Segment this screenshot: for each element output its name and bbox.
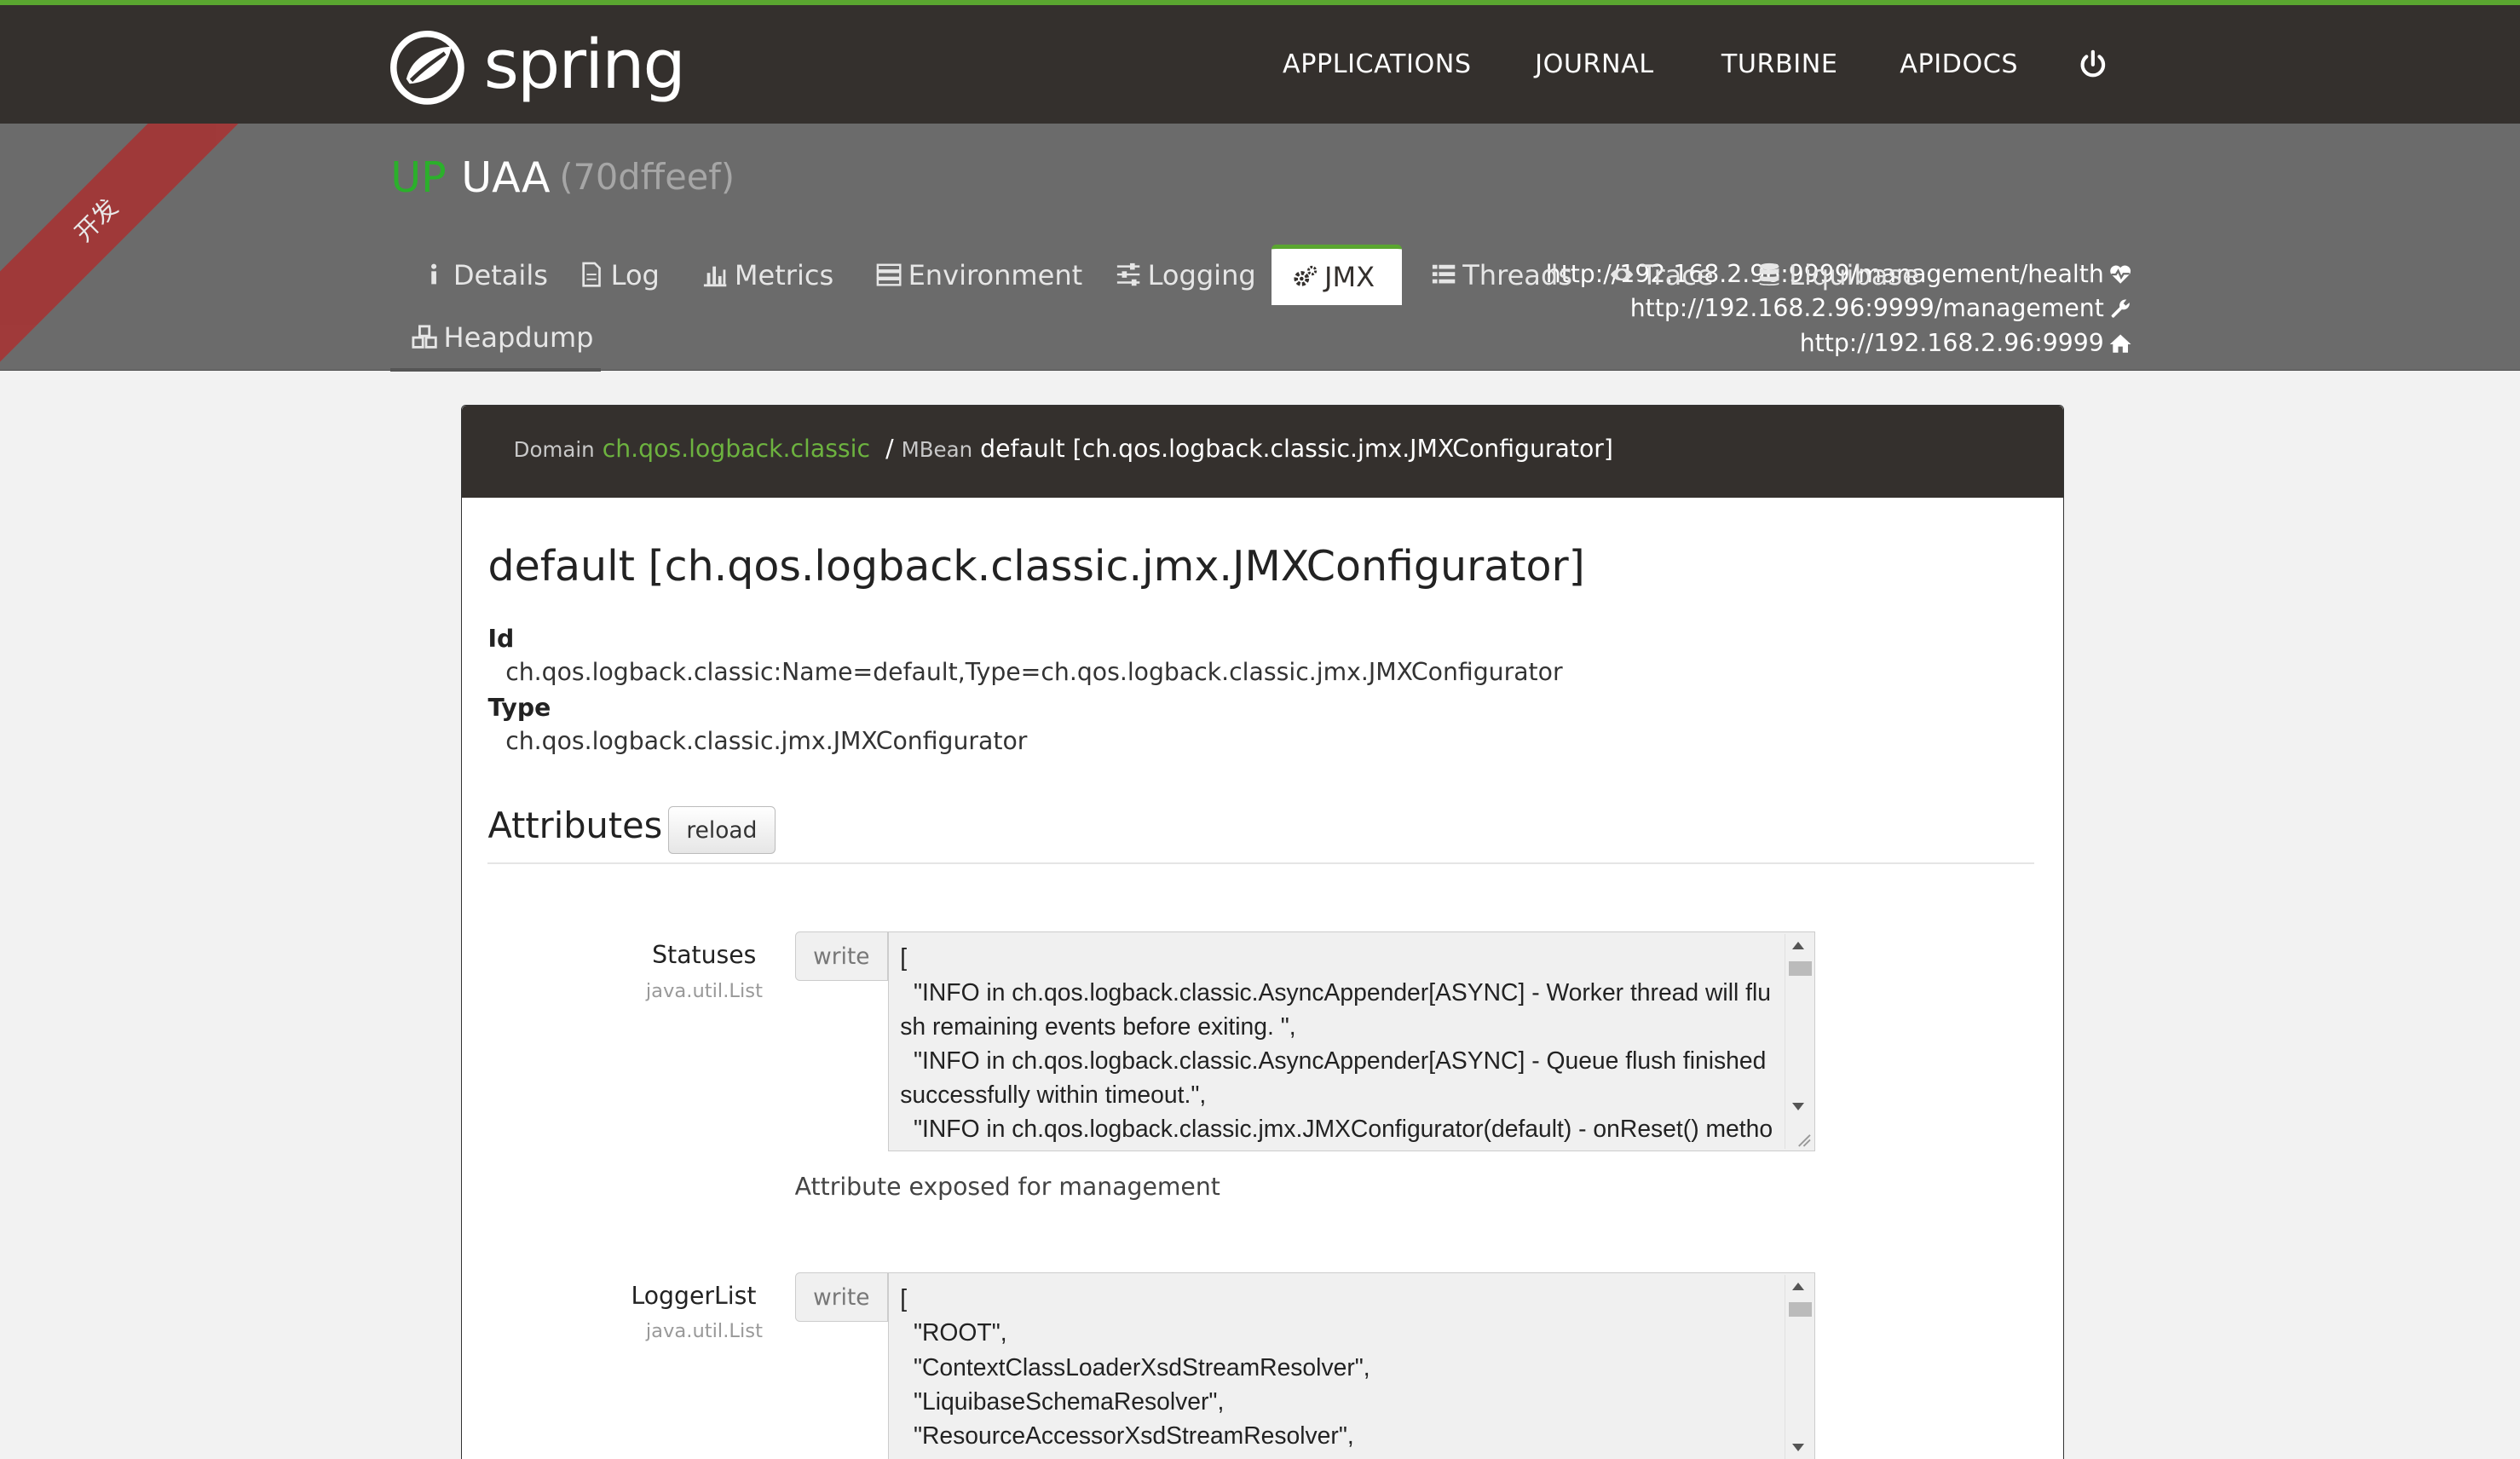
- tab-label: Details: [453, 258, 548, 291]
- nav-applications[interactable]: APPLICATIONS: [1283, 49, 1472, 79]
- tab-label: Liquibase: [1789, 258, 1919, 291]
- tab-liquibase[interactable]: Liquibase: [1756, 245, 1919, 306]
- attr-type-loggerlist: java.util.List: [645, 1320, 763, 1343]
- tab-label: Trace: [1641, 258, 1714, 291]
- nav-apidocs[interactable]: APIDOCS: [1900, 49, 2018, 79]
- env-ribbon-label: 开发: [0, 124, 268, 391]
- home-icon: [2110, 334, 2131, 353]
- write-statuses-button[interactable]: write: [794, 931, 889, 982]
- breadcrumb-trail: Domain ch.qos.logback.classic / MBean de…: [514, 435, 1613, 463]
- scrollbar[interactable]: [1785, 1274, 1814, 1459]
- app-name: UAA: [461, 153, 551, 203]
- tab-environment[interactable]: Environment: [876, 245, 1082, 306]
- mbean-title: default [ch.qos.logback.classic.jmx.JMXC…: [487, 540, 1585, 591]
- type-value: ch.qos.logback.classic.jmx.JMXConfigurat…: [505, 727, 1028, 756]
- nav-journal[interactable]: JOURNAL: [1535, 49, 1654, 79]
- resize-grip-icon[interactable]: [1796, 1132, 1812, 1148]
- tab-metrics[interactable]: Metrics: [702, 245, 833, 306]
- server-icon: [876, 263, 902, 286]
- heartbeat-icon: [2110, 265, 2131, 284]
- app-header: 开发 http://192.168.2.96:9999/management/h…: [0, 124, 2520, 391]
- type-label: Type: [487, 693, 551, 722]
- eye-icon: [1610, 268, 1634, 281]
- id-label: Id: [487, 624, 515, 653]
- reload-button[interactable]: reload: [667, 805, 776, 855]
- divider: [487, 862, 2034, 864]
- tab-label: JMX: [1324, 261, 1375, 293]
- attr-name-loggerlist: LoggerList: [631, 1282, 757, 1311]
- attr-name-statuses: Statuses: [652, 941, 757, 970]
- file-icon: [582, 262, 601, 288]
- app-status: UP: [390, 153, 447, 203]
- tab-heapdump[interactable]: Heapdump: [412, 307, 594, 368]
- database-icon: [1760, 263, 1779, 286]
- tab-label: Log: [610, 258, 660, 291]
- tab-threads[interactable]: Threads: [1431, 245, 1572, 306]
- sliders-icon: [1116, 263, 1140, 286]
- spring-logo[interactable]: spring: [390, 27, 712, 111]
- scroll-thumb[interactable]: [1789, 960, 1812, 976]
- bar-chart-icon: [704, 267, 727, 287]
- domain-label: Domain: [513, 437, 595, 463]
- tab-label: Heapdump: [443, 321, 594, 355]
- statuses-value: [ "INFO in ch.qos.logback.classic.AsyncA…: [900, 943, 1773, 1143]
- tab-trace[interactable]: Trace: [1609, 245, 1714, 306]
- write-loggerlist-button[interactable]: write: [794, 1272, 889, 1323]
- info-icon: [431, 264, 437, 285]
- scrollbar[interactable]: [1785, 933, 1814, 1150]
- breadcrumb-separator: /: [885, 435, 894, 464]
- scroll-up-icon[interactable]: [1791, 1283, 1804, 1291]
- scroll-down-icon[interactable]: [1791, 1103, 1804, 1110]
- tab-label: Metrics: [734, 258, 834, 291]
- mbean-crumb: default [ch.qos.logback.classic.jmx.JMXC…: [980, 435, 1613, 464]
- loggerlist-value-textarea[interactable]: [ "ROOT", "ContextClassLoaderXsdStreamRe…: [888, 1272, 1816, 1459]
- tab-underline: [390, 367, 602, 372]
- tab-log[interactable]: Log: [579, 245, 660, 306]
- breadcrumb: Domain ch.qos.logback.classic / MBean de…: [462, 406, 2063, 498]
- scroll-thumb[interactable]: [1789, 1301, 1812, 1317]
- tab-details[interactable]: Details: [421, 245, 548, 306]
- cubes-icon: [412, 325, 437, 349]
- tab-label: Environment: [908, 258, 1083, 291]
- attr-type-statuses: java.util.List: [645, 979, 763, 1002]
- mbean-label: MBean: [901, 437, 973, 463]
- id-value: ch.qos.logback.classic:Name=default,Type…: [505, 658, 1563, 687]
- power-icon[interactable]: [2077, 49, 2109, 81]
- tab-label: Threads: [1462, 258, 1572, 291]
- scroll-up-icon[interactable]: [1791, 942, 1804, 950]
- nav-turbine[interactable]: TURBINE: [1721, 49, 1838, 79]
- app-id: (70dffeef): [559, 155, 735, 198]
- wrench-icon: [2111, 299, 2131, 319]
- spring-leaf-icon: [390, 30, 465, 105]
- env-ribbon: 开发: [0, 124, 321, 445]
- attr-description: Attribute exposed for management: [794, 1172, 1220, 1201]
- domain-link[interactable]: ch.qos.logback.classic: [603, 435, 870, 463]
- list-icon: [1432, 265, 1455, 284]
- loggerlist-value: [ "ROOT", "ContextClassLoaderXsdStreamRe…: [900, 1284, 1370, 1449]
- screen: spring APPLICATIONS JOURNAL TURBINE APID…: [0, 0, 2520, 1459]
- scroll-down-icon[interactable]: [1791, 1444, 1804, 1451]
- tab-jmx[interactable]: JMX: [1271, 244, 1402, 306]
- cogs-icon: [1294, 265, 1318, 286]
- top-navbar: spring APPLICATIONS JOURNAL TURBINE APID…: [0, 4, 2520, 124]
- attributes-heading: Attributes: [487, 804, 663, 846]
- statuses-value-textarea[interactable]: [ "INFO in ch.qos.logback.classic.AsyncA…: [888, 931, 1816, 1152]
- tab-label: Logging: [1147, 258, 1256, 291]
- home-url[interactable]: http://192.168.2.96:9999: [1546, 326, 2133, 361]
- brand-text: spring: [483, 24, 686, 104]
- tab-logging[interactable]: Logging: [1116, 245, 1256, 306]
- mbean-card: Domain ch.qos.logback.classic / MBean de…: [461, 405, 2064, 1459]
- home-url-text: http://192.168.2.96:9999: [1799, 328, 2104, 357]
